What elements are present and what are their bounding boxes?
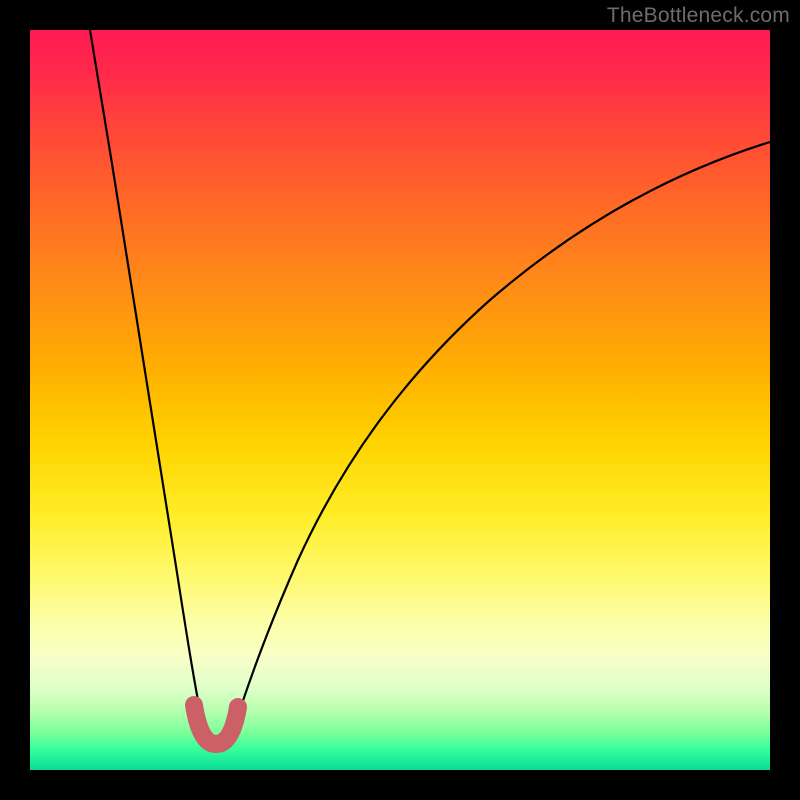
minimum-marker xyxy=(194,705,238,744)
plot-area xyxy=(30,30,770,770)
chart-frame: TheBottleneck.com xyxy=(0,0,800,800)
curve-left xyxy=(90,30,206,740)
curve-right xyxy=(230,142,770,740)
watermark-text: TheBottleneck.com xyxy=(607,4,790,28)
chart-svg xyxy=(30,30,770,770)
